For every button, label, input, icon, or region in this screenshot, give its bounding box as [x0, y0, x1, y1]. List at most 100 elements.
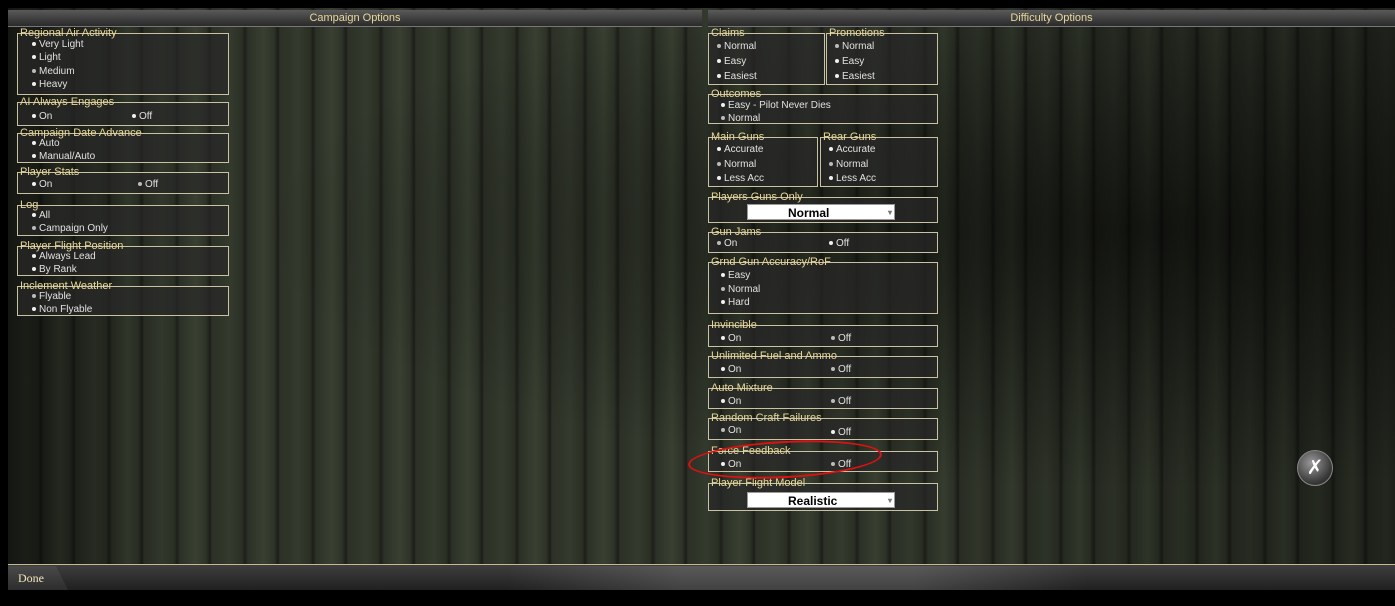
- group-unlimited-fuel-ammo: Unlimited Fuel and Ammo On Off: [708, 350, 938, 378]
- radio-failures-on[interactable]: On: [721, 425, 741, 437]
- radio-dot-icon: [717, 147, 721, 152]
- radio-outcomes-normal[interactable]: Normal: [721, 113, 760, 125]
- radio-always-lead[interactable]: Always Lead: [32, 251, 96, 263]
- group-title: Main Guns: [711, 131, 765, 143]
- group-rear-guns: Rear Guns Accurate Normal Less Acc: [820, 131, 938, 187]
- radio-grnd-hard[interactable]: Hard: [721, 297, 750, 309]
- dropdown-arrow-icon: ▾: [887, 496, 892, 505]
- radio-dot-icon: [32, 294, 36, 299]
- radio-grnd-normal[interactable]: Normal: [721, 284, 760, 296]
- group-gun-jams: Gun Jams On Off: [708, 226, 938, 253]
- group-random-craft-failures: Random Craft Failures On Off: [708, 412, 938, 440]
- radio-dot-icon: [32, 82, 36, 87]
- done-button[interactable]: Done: [8, 566, 68, 590]
- group-title: Rear Guns: [823, 131, 877, 143]
- radio-stats-off[interactable]: Off: [138, 179, 158, 191]
- bottom-strip: [0, 590, 1395, 606]
- players-guns-only-select[interactable]: Normal ▾: [747, 204, 895, 220]
- group-auto-mixture: Auto Mixture On Off: [708, 382, 938, 409]
- radio-medium[interactable]: Medium: [32, 66, 75, 78]
- group-campaign-date-advance: Campaign Date Advance Auto Manual/Auto: [17, 127, 229, 163]
- radio-log-all[interactable]: All: [32, 210, 50, 222]
- radio-dot-icon: [717, 44, 721, 49]
- radio-ai-off[interactable]: Off: [132, 111, 152, 123]
- group-title: Gun Jams: [711, 226, 762, 238]
- player-flight-model-select[interactable]: Realistic ▾: [747, 492, 895, 508]
- radio-by-rank[interactable]: By Rank: [32, 264, 77, 276]
- radio-unlimited-off[interactable]: Off: [831, 364, 851, 376]
- radio-outcomes-easy[interactable]: Easy - Pilot Never Dies: [721, 100, 831, 112]
- radio-main-accurate[interactable]: Accurate: [717, 144, 763, 156]
- radio-mixture-off[interactable]: Off: [831, 396, 851, 408]
- radio-invincible-on[interactable]: On: [721, 333, 741, 345]
- radio-dot-icon: [721, 103, 725, 108]
- group-title: Players Guns Only: [711, 191, 803, 203]
- group-invincible: Invincible On Off: [708, 319, 938, 347]
- dropdown-arrow-icon: ▾: [887, 208, 892, 217]
- radio-dot-icon: [138, 182, 142, 187]
- radio-ai-on[interactable]: On: [32, 111, 52, 123]
- radio-dot-icon: [717, 74, 721, 79]
- radio-dot-icon: [32, 182, 36, 187]
- radio-failures-off[interactable]: Off: [831, 427, 851, 439]
- radio-dot-icon: [32, 307, 36, 312]
- radio-dot-icon: [32, 114, 36, 119]
- footer-bar: Done: [8, 564, 1395, 591]
- radio-main-less-acc[interactable]: Less Acc: [717, 173, 764, 185]
- radio-claims-normal[interactable]: Normal: [717, 41, 756, 53]
- radio-heavy[interactable]: Heavy: [32, 79, 67, 91]
- radio-dot-icon: [721, 367, 725, 372]
- close-button[interactable]: ✗: [1297, 450, 1333, 486]
- radio-dot-icon: [32, 154, 36, 159]
- radio-gun-jams-on[interactable]: On: [717, 238, 737, 250]
- radio-rear-less-acc[interactable]: Less Acc: [829, 173, 876, 185]
- radio-claims-easiest[interactable]: Easiest: [717, 71, 757, 83]
- radio-dot-icon: [32, 267, 36, 272]
- radio-manual-auto[interactable]: Manual/Auto: [32, 151, 95, 163]
- radio-claims-easy[interactable]: Easy: [717, 56, 746, 68]
- radio-very-light[interactable]: Very Light: [32, 39, 83, 51]
- radio-dot-icon: [32, 141, 36, 146]
- radio-light[interactable]: Light: [32, 52, 61, 64]
- group-title: Unlimited Fuel and Ammo: [711, 350, 837, 362]
- group-title: Grnd Gun Accuracy/RoF: [711, 256, 831, 268]
- radio-dot-icon: [717, 176, 721, 181]
- radio-dot-icon: [829, 147, 833, 152]
- radio-grnd-easy[interactable]: Easy: [721, 270, 750, 282]
- radio-log-campaign-only[interactable]: Campaign Only: [32, 223, 108, 235]
- group-title: AI Always Engages: [20, 96, 115, 108]
- group-player-stats: Player Stats On Off: [17, 166, 229, 194]
- radio-stats-on[interactable]: On: [32, 179, 52, 191]
- radio-promotions-easy[interactable]: Easy: [835, 56, 864, 68]
- radio-mixture-on[interactable]: On: [721, 396, 741, 408]
- group-title: Player Stats: [20, 166, 80, 178]
- group-title: Outcomes: [711, 88, 762, 100]
- radio-dot-icon: [835, 59, 839, 64]
- radio-unlimited-on[interactable]: On: [721, 364, 741, 376]
- group-claims: Claims Normal Easy Easiest: [708, 27, 825, 85]
- radio-invincible-off[interactable]: Off: [831, 333, 851, 345]
- group-outcomes: Outcomes Easy - Pilot Never Dies Normal: [708, 88, 938, 125]
- close-icon: ✗: [1306, 457, 1324, 479]
- group-title: Random Craft Failures: [711, 412, 822, 424]
- radio-main-normal[interactable]: Normal: [717, 159, 756, 171]
- radio-dot-icon: [831, 430, 835, 435]
- radio-dot-icon: [831, 399, 835, 404]
- radio-dot-icon: [32, 55, 36, 60]
- radio-rear-normal[interactable]: Normal: [829, 159, 868, 171]
- group-title: Claims: [711, 27, 745, 39]
- group-player-flight-model: Player Flight Model Realistic ▾: [708, 477, 938, 511]
- radio-flyable[interactable]: Flyable: [32, 291, 71, 303]
- radio-promotions-normal[interactable]: Normal: [835, 41, 874, 53]
- radio-promotions-easiest[interactable]: Easiest: [835, 71, 875, 83]
- difficulty-options-header: Difficulty Options: [708, 10, 1395, 27]
- radio-auto[interactable]: Auto: [32, 138, 60, 150]
- radio-dot-icon: [831, 367, 835, 372]
- group-title: Promotions: [829, 27, 885, 39]
- group-regional-air-activity: Regional Air Activity Very Light Light M…: [17, 27, 229, 95]
- radio-gun-jams-off[interactable]: Off: [829, 238, 849, 250]
- radio-non-flyable[interactable]: Non Flyable: [32, 304, 92, 316]
- group-player-flight-position: Player Flight Position Always Lead By Ra…: [17, 240, 229, 276]
- radio-rear-accurate[interactable]: Accurate: [829, 144, 875, 156]
- group-ai-always-engages: AI Always Engages On Off: [17, 96, 229, 126]
